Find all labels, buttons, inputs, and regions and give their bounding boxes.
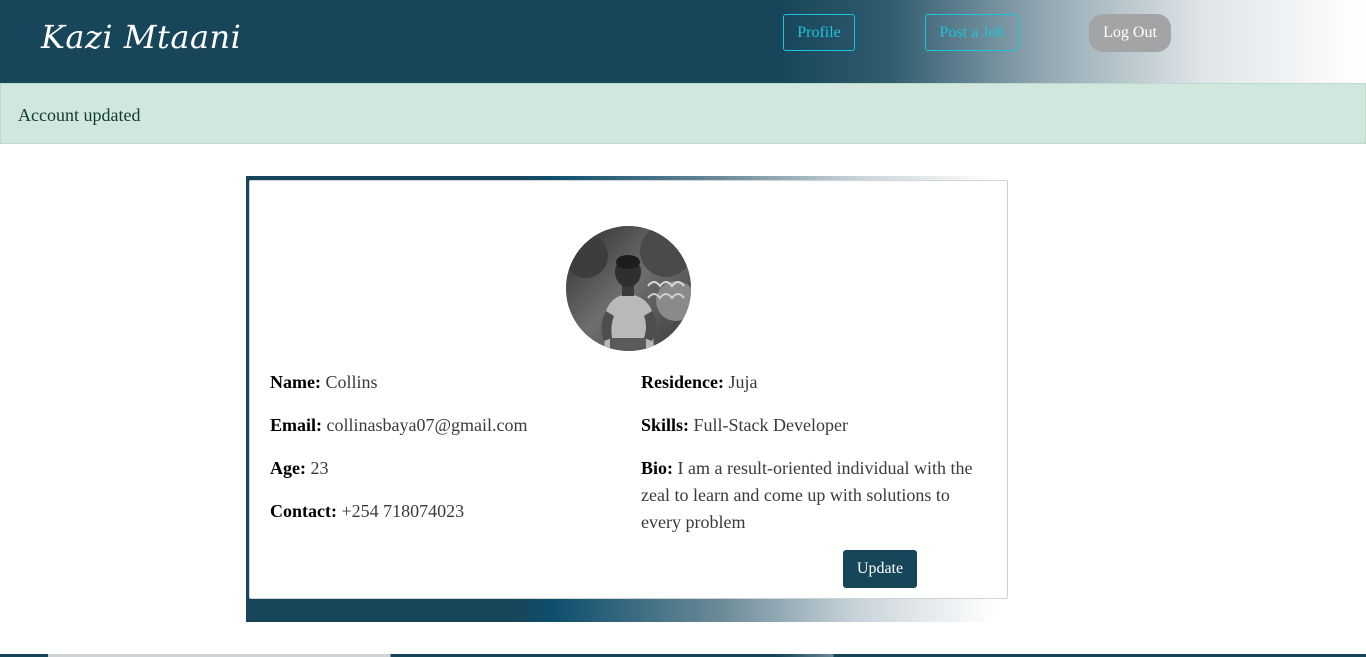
residence-value: Juja: [728, 372, 758, 392]
profile-card: Name: Collins Email: collinasbaya07@gmai…: [249, 180, 1008, 599]
age-value: 23: [310, 458, 329, 478]
bio-field: Bio: I am a result-oriented individual w…: [641, 455, 991, 536]
profile-button[interactable]: Profile: [783, 14, 855, 51]
contact-field: Contact: +254 718074023: [270, 498, 610, 525]
bio-value: I am a result-oriented individual with t…: [641, 458, 973, 532]
brand-logo[interactable]: Kazi Mtaani: [41, 18, 241, 56]
logout-button[interactable]: Log Out: [1089, 14, 1171, 52]
bio-label: Bio:: [641, 458, 674, 478]
email-field: Email: collinasbaya07@gmail.com: [270, 412, 610, 439]
contact-label: Contact:: [270, 501, 337, 521]
email-value: collinasbaya07@gmail.com: [326, 415, 528, 435]
success-alert: Account updated: [0, 83, 1366, 144]
residence-field: Residence: Juja: [641, 369, 991, 396]
name-field: Name: Collins: [270, 369, 610, 396]
update-button[interactable]: Update: [843, 550, 917, 588]
age-label: Age:: [270, 458, 306, 478]
top-navbar: Kazi Mtaani Profile Post a Job Log Out: [0, 0, 1366, 83]
post-job-button[interactable]: Post a Job: [925, 14, 1019, 51]
profile-photo: [566, 226, 691, 351]
contact-value: +254 718074023: [341, 501, 465, 521]
email-label: Email:: [270, 415, 322, 435]
skills-value: Full-Stack Developer: [693, 415, 848, 435]
avatar: [566, 226, 691, 351]
age-field: Age: 23: [270, 455, 610, 482]
skills-label: Skills:: [641, 415, 690, 435]
name-value: Collins: [325, 372, 378, 392]
residence-label: Residence:: [641, 372, 724, 392]
name-label: Name:: [270, 372, 321, 392]
skills-field: Skills: Full-Stack Developer: [641, 412, 991, 439]
